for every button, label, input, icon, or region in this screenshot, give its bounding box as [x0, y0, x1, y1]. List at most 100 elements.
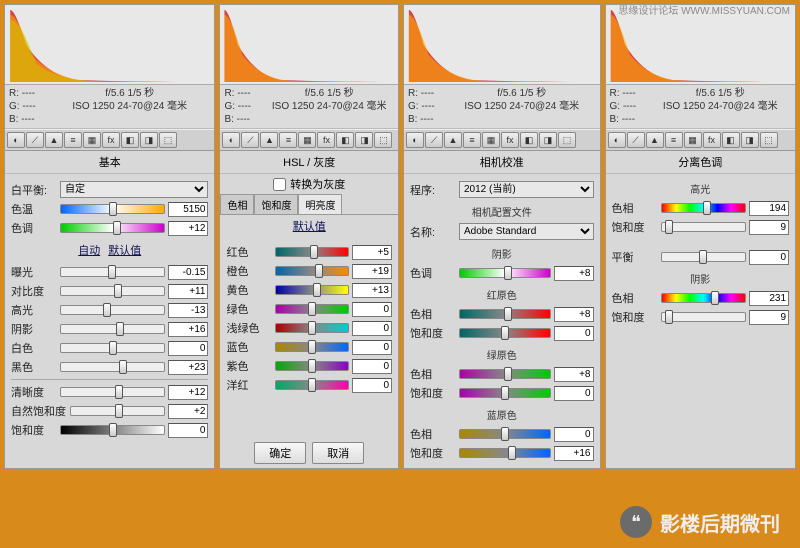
- tool-icon[interactable]: ▦: [482, 132, 500, 148]
- tool-4-icon[interactable]: ≡: [64, 132, 82, 148]
- tool-icon[interactable]: ◧: [520, 132, 538, 148]
- purple-value[interactable]: 0: [352, 359, 392, 374]
- yellow-slider[interactable]: [275, 285, 349, 295]
- red-value[interactable]: +5: [352, 245, 392, 260]
- green-value[interactable]: 0: [352, 302, 392, 317]
- tool-icon[interactable]: ◐: [222, 132, 240, 148]
- red-slider[interactable]: [275, 247, 349, 257]
- tool-icon[interactable]: ⟋: [627, 132, 645, 148]
- default-link[interactable]: 默认值: [108, 245, 141, 257]
- sh-tint-value[interactable]: +8: [554, 266, 594, 281]
- b-sat-slider[interactable]: [459, 448, 551, 458]
- histogram[interactable]: [5, 5, 214, 85]
- hi-sat-slider[interactable]: [661, 222, 747, 232]
- tab-hue[interactable]: 色相: [220, 194, 254, 214]
- wb-select[interactable]: 自定: [60, 181, 208, 198]
- tab-sat[interactable]: 饱和度: [254, 194, 298, 214]
- tool-icon[interactable]: ▦: [298, 132, 316, 148]
- tool-icon[interactable]: ⬚: [558, 132, 576, 148]
- white-value[interactable]: 0: [168, 341, 208, 356]
- tool-8-icon[interactable]: ◨: [140, 132, 158, 148]
- magenta-value[interactable]: 0: [352, 378, 392, 393]
- r-sat-value[interactable]: 0: [554, 326, 594, 341]
- sh-hue-value[interactable]: 231: [749, 291, 789, 306]
- white-slider[interactable]: [60, 343, 165, 353]
- hi-hue-slider[interactable]: [661, 203, 747, 213]
- tool-icon[interactable]: ▲: [444, 132, 462, 148]
- temp-slider[interactable]: [60, 204, 165, 214]
- histogram[interactable]: [220, 5, 398, 85]
- tool-icon[interactable]: ◧: [336, 132, 354, 148]
- tool-2-icon[interactable]: ⟋: [26, 132, 44, 148]
- tool-icon[interactable]: ▲: [260, 132, 278, 148]
- auto-link[interactable]: 自动: [78, 245, 100, 257]
- tool-icon[interactable]: ◨: [355, 132, 373, 148]
- shadow-slider[interactable]: [60, 324, 165, 334]
- profile-select[interactable]: Adobe Standard: [459, 223, 594, 240]
- tool-icon[interactable]: ◐: [608, 132, 626, 148]
- black-value[interactable]: +23: [168, 360, 208, 375]
- b-sat-value[interactable]: +16: [554, 446, 594, 461]
- tool-5-icon[interactable]: ▦: [83, 132, 101, 148]
- g-hue-value[interactable]: +8: [554, 367, 594, 382]
- tool-icon[interactable]: fx: [501, 132, 519, 148]
- tool-icon[interactable]: ⟋: [425, 132, 443, 148]
- green-slider[interactable]: [275, 304, 349, 314]
- blue-value[interactable]: 0: [352, 340, 392, 355]
- sh-sat-value[interactable]: 9: [749, 310, 789, 325]
- temp-value[interactable]: 5150: [168, 202, 208, 217]
- tool-icon[interactable]: ▲: [646, 132, 664, 148]
- black-slider[interactable]: [60, 362, 165, 372]
- histogram[interactable]: [606, 5, 796, 85]
- process-select[interactable]: 2012 (当前): [459, 181, 594, 198]
- aqua-slider[interactable]: [275, 323, 349, 333]
- high-value[interactable]: -13: [168, 303, 208, 318]
- r-sat-slider[interactable]: [459, 328, 551, 338]
- tool-3-icon[interactable]: ▲: [45, 132, 63, 148]
- exp-value[interactable]: -0.15: [168, 265, 208, 280]
- r-hue-slider[interactable]: [459, 309, 551, 319]
- tool-icon[interactable]: ⬚: [374, 132, 392, 148]
- g-sat-value[interactable]: 0: [554, 386, 594, 401]
- cancel-button[interactable]: 取消: [312, 442, 364, 464]
- clar-value[interactable]: +12: [168, 385, 208, 400]
- grayscale-checkbox[interactable]: [273, 178, 286, 191]
- hi-hue-value[interactable]: 194: [749, 201, 789, 216]
- aqua-value[interactable]: 0: [352, 321, 392, 336]
- tool-icon[interactable]: ≡: [279, 132, 297, 148]
- tool-icon[interactable]: fx: [317, 132, 335, 148]
- tool-icon[interactable]: ≡: [463, 132, 481, 148]
- r-hue-value[interactable]: +8: [554, 307, 594, 322]
- tint-value[interactable]: +12: [168, 221, 208, 236]
- b-hue-slider[interactable]: [459, 429, 551, 439]
- ok-button[interactable]: 确定: [254, 442, 306, 464]
- tool-7-icon[interactable]: ◧: [121, 132, 139, 148]
- tab-lum[interactable]: 明亮度: [298, 194, 342, 214]
- sh-hue-slider[interactable]: [661, 293, 747, 303]
- tool-icon[interactable]: ◧: [722, 132, 740, 148]
- tool-icon[interactable]: ◨: [539, 132, 557, 148]
- bal-slider[interactable]: [661, 252, 747, 262]
- purple-slider[interactable]: [275, 361, 349, 371]
- high-slider[interactable]: [60, 305, 165, 315]
- yellow-value[interactable]: +13: [352, 283, 392, 298]
- g-sat-slider[interactable]: [459, 388, 551, 398]
- sh-tint-slider[interactable]: [459, 268, 551, 278]
- bal-value[interactable]: 0: [749, 250, 789, 265]
- b-hue-value[interactable]: 0: [554, 427, 594, 442]
- default-link[interactable]: 默认值: [293, 221, 326, 233]
- clar-slider[interactable]: [60, 387, 165, 397]
- magenta-slider[interactable]: [275, 380, 349, 390]
- sh-sat-slider[interactable]: [661, 312, 747, 322]
- sat-value[interactable]: 0: [168, 423, 208, 438]
- contr-slider[interactable]: [60, 286, 165, 296]
- tool-icon[interactable]: ⬚: [760, 132, 778, 148]
- tool-icon[interactable]: ◐: [406, 132, 424, 148]
- orange-slider[interactable]: [275, 266, 349, 276]
- blue-slider[interactable]: [275, 342, 349, 352]
- vib-value[interactable]: +2: [168, 404, 208, 419]
- tool-icon[interactable]: ◨: [741, 132, 759, 148]
- sat-slider[interactable]: [60, 425, 165, 435]
- tool-icon[interactable]: fx: [703, 132, 721, 148]
- exp-slider[interactable]: [60, 267, 165, 277]
